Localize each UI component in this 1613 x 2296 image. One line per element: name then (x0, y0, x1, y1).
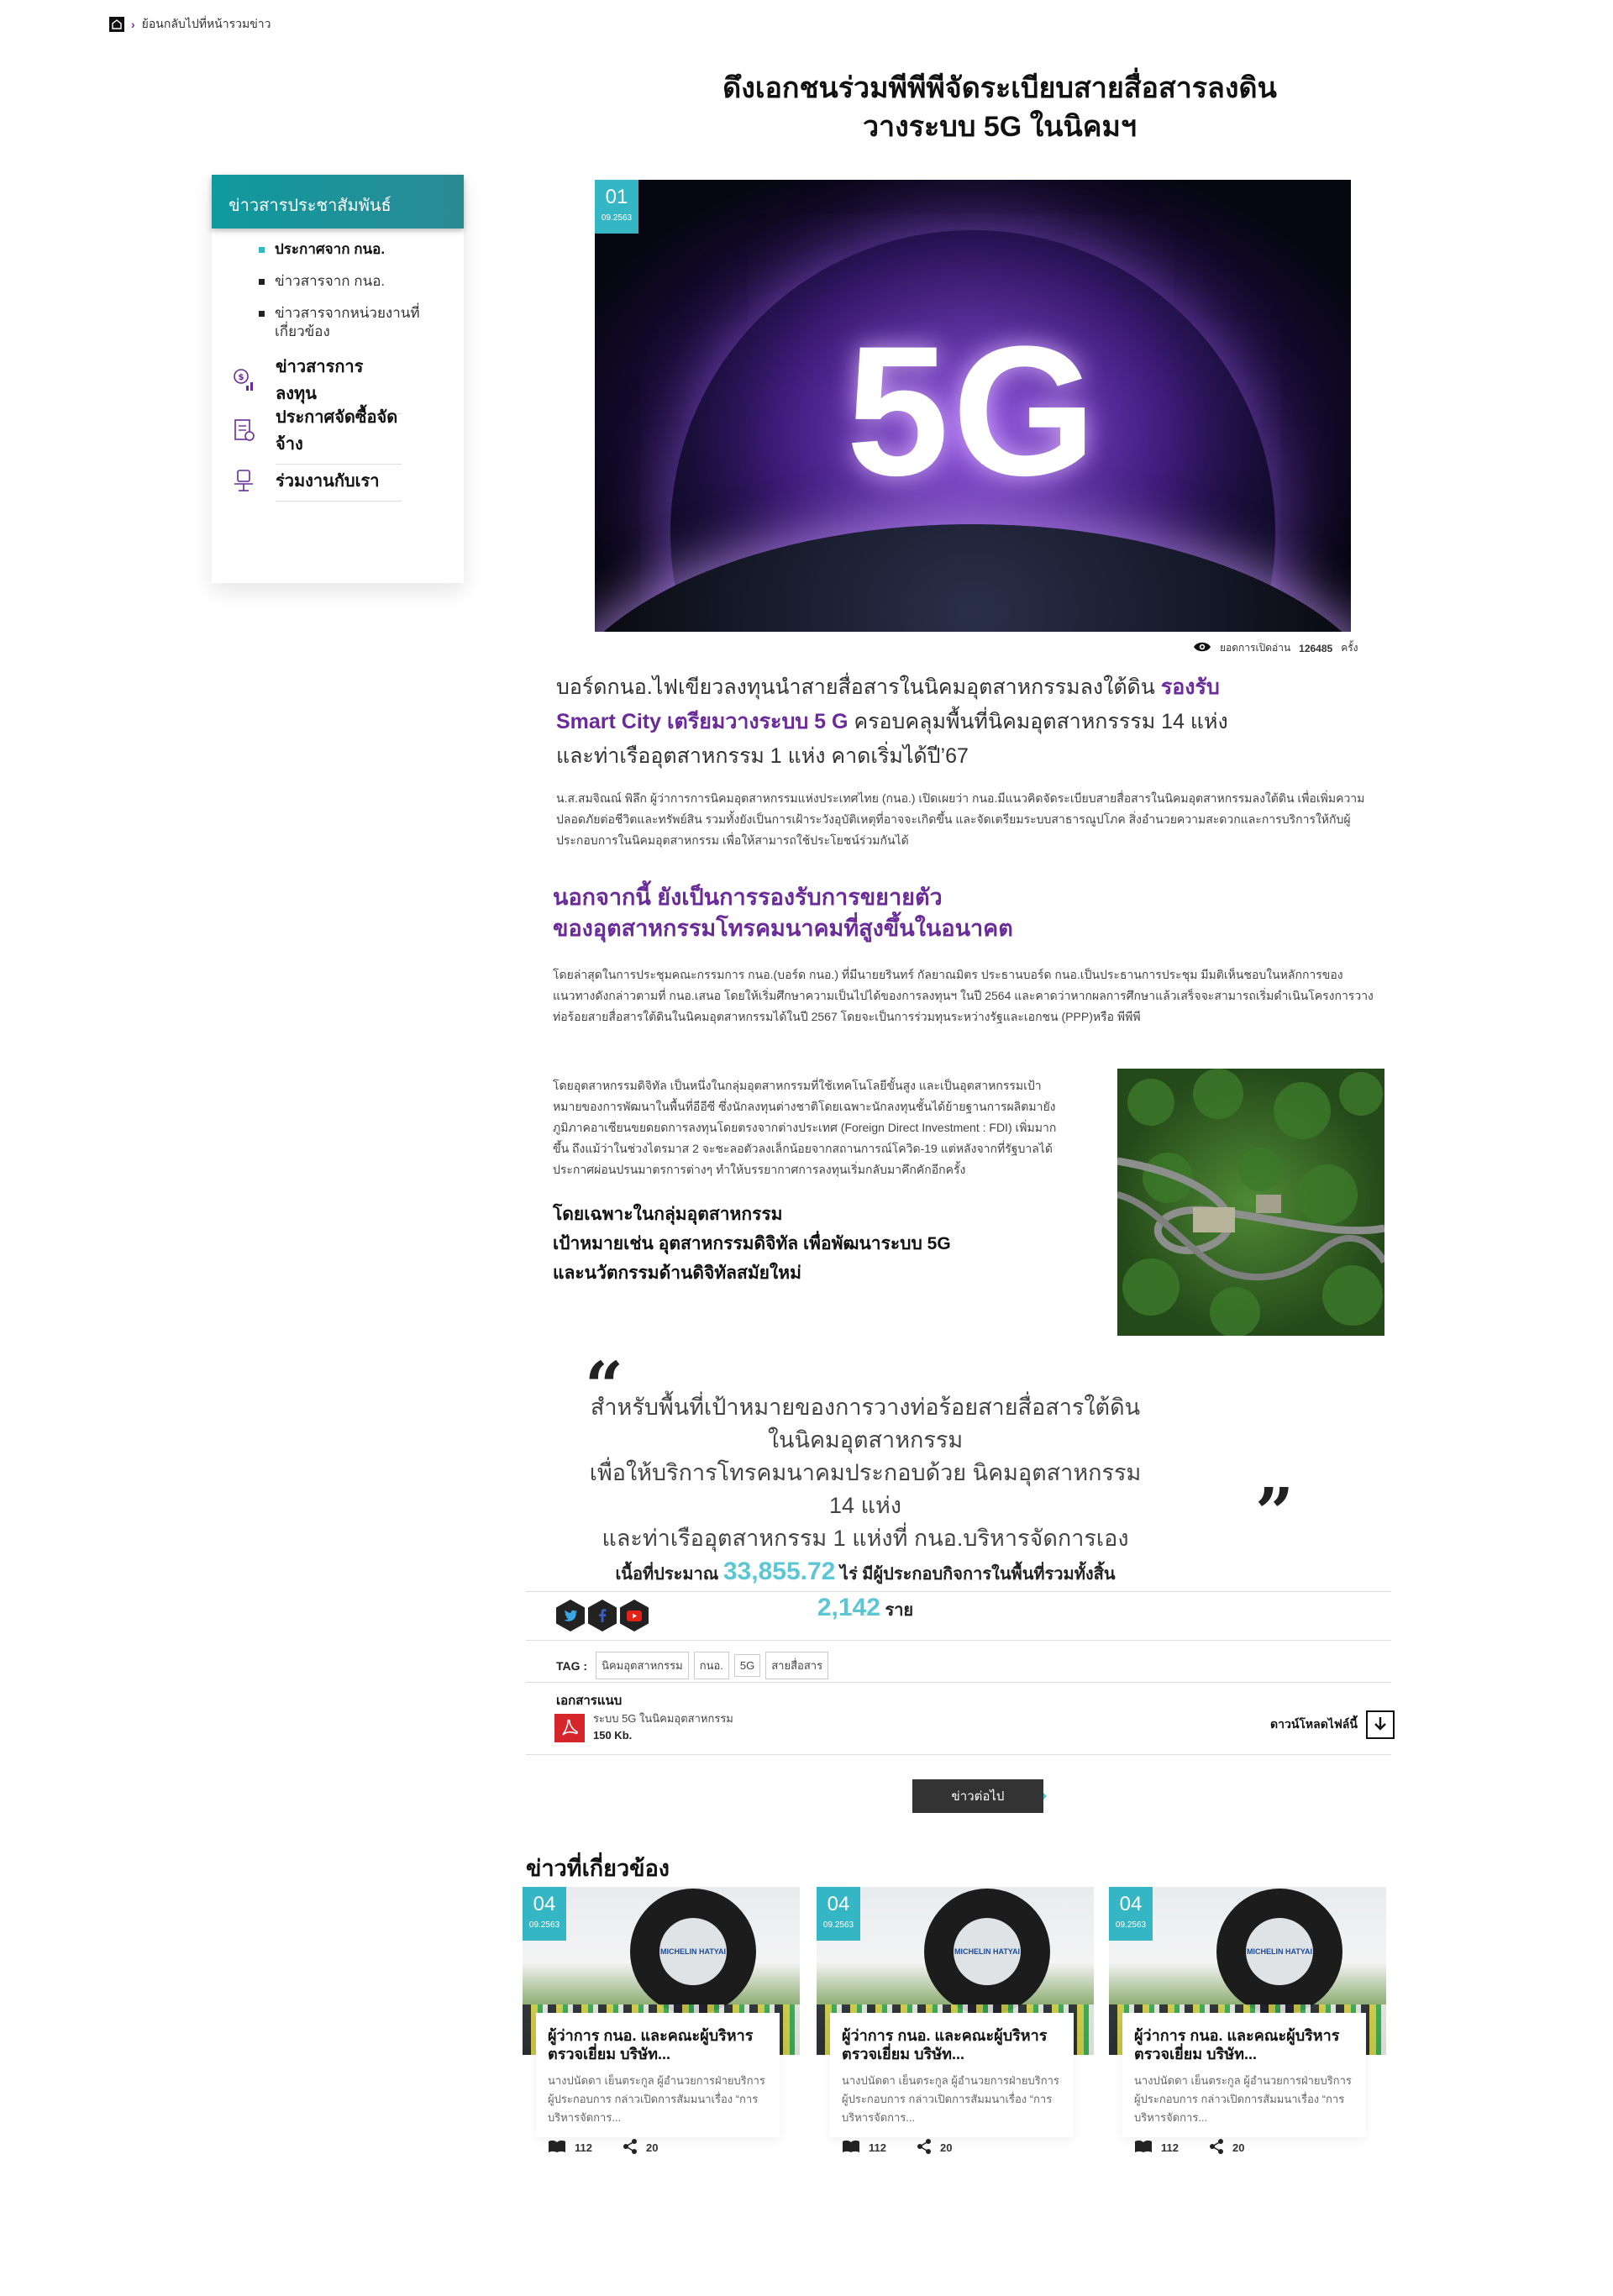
card-description: นางปนัดดา เย็นตระกูล ผู้อำนวยการฝ่ายบริก… (1134, 2074, 1352, 2124)
share-count: 20 (939, 2141, 953, 2154)
date-badge: 04 09.2563 (523, 1887, 566, 1941)
sidebar-item-news[interactable]: ข่าวสารจาก กนอ. (259, 272, 427, 291)
career-icon (229, 465, 259, 496)
date-badge: 04 09.2563 (817, 1887, 860, 1941)
twitter-icon[interactable] (556, 1600, 585, 1631)
michelin-logo: MICHELIN HATYAI (1246, 1918, 1313, 1985)
sidebar-item-procurement[interactable]: ประกาศจัดซื้อจัดจ้าง (212, 405, 464, 465)
body-paragraph-2: โดยล่าสุดในการประชุมคณะกรรมการ กนอ.(บอร์… (553, 968, 1374, 1023)
eye-icon (1193, 641, 1211, 655)
tag-item[interactable]: นิคมอุตสาหกรรม (596, 1652, 689, 1679)
body-paragraph-1: น.ส.สมจิณณ์ พิลึก ผู้ว่าการการนิคมอุตสาห… (556, 791, 1365, 847)
sub-heading: โดยเฉพาะในกลุ่มอุตสาหกรรม เป้าหมายเช่น อ… (553, 1205, 951, 1283)
facebook-icon[interactable] (588, 1600, 617, 1631)
back-to-news-link[interactable]: ย้อนกลับไปที่หน้ารวมข่าว (142, 15, 271, 34)
divider (526, 1591, 1391, 1592)
section-heading: นอกจากนี้ ยังเป็นการรองรับการขยายตัว ของ… (553, 885, 1013, 941)
view-count: ยอดการเปิดอ่าน 126485 ครั้ง (1193, 640, 1358, 656)
tire-graphic: MICHELIN HATYAI (924, 1889, 1050, 2015)
card-content[interactable]: ผู้ว่าการ กนอ. และคณะผู้บริหารตรวจเยี่ยม… (830, 2013, 1074, 2154)
book-icon (1134, 2140, 1153, 2156)
share-icon[interactable] (1209, 2139, 1224, 2157)
body-paragraph-3: โดยอุตสาหกรรมดิจิทัล เป็นหนึ่งในกลุ่มอุต… (553, 1079, 1057, 1176)
share-count: 20 (645, 2141, 659, 2154)
hero-image: 5G 01 09.2563 (595, 180, 1351, 632)
attachment-file[interactable]: ระบบ 5G ในนิคมอุตสาหกรรม 150 Kb. (593, 1710, 733, 1744)
divider (526, 1640, 1391, 1641)
sidebar-header[interactable]: ข่าวสารประชาสัมพันธ์ (212, 175, 464, 229)
divider (526, 1754, 1391, 1755)
chevron-right-icon: › (131, 18, 135, 31)
next-news-button[interactable]: ข่าวต่อไป (912, 1779, 1043, 1813)
breadcrumb[interactable]: › ย้อนกลับไปที่หน้ารวมข่าว (109, 15, 271, 34)
card-title[interactable]: ผู้ว่าการ กนอ. และคณะผู้บริหารตรวจเยี่ยม… (548, 2026, 768, 2063)
card-title[interactable]: ผู้ว่าการ กนอ. และคณะผู้บริหารตรวจเยี่ยม… (1134, 2026, 1354, 2063)
aerial-road-image (1117, 1069, 1384, 1336)
tire-graphic: MICHELIN HATYAI (1216, 1889, 1342, 2015)
lead-paragraph: บอร์ดกนอ.ไฟเขียวลงทุนนำสายสื่อสารในนิคมอ… (556, 675, 1228, 768)
home-icon[interactable] (109, 17, 124, 32)
divider (526, 1682, 1391, 1683)
tag-item[interactable]: 5G (733, 1654, 761, 1677)
share-icon[interactable] (917, 2139, 932, 2157)
sidebar: ข่าวสารประชาสัมพันธ์ ประกาศจาก กนอ. ข่าว… (212, 175, 464, 583)
share-buttons (556, 1600, 649, 1631)
page-title: ดึงเอกชนร่วมพีพีพีจัดระเบียบสายสื่อสารลง… (722, 72, 1277, 143)
card-content[interactable]: ผู้ว่าการ กนอ. และคณะผู้บริหารตรวจเยี่ยม… (1122, 2013, 1366, 2154)
operator-count: 2,142 (817, 1594, 880, 1621)
tag-list: TAG : นิคมอุตสาหกรรม กนอ. 5G สายสื่อสาร (556, 1652, 829, 1679)
close-quote-icon: ” (1255, 1473, 1295, 1552)
sidebar-item-announcement[interactable]: ประกาศจาก กนอ. (259, 240, 427, 259)
download-button[interactable]: ดาวน์โหลดไฟล์นี้ (1270, 1710, 1395, 1739)
svg-text:$: $ (239, 373, 244, 382)
procurement-icon (229, 415, 259, 445)
date-badge: 01 09.2563 (595, 180, 638, 234)
area-number: 33,855.72 (722, 1558, 836, 1585)
bullet-icon (259, 311, 265, 317)
bullet-icon (259, 279, 265, 285)
tag-item[interactable]: กนอ. (693, 1652, 729, 1679)
book-icon (548, 2140, 566, 2156)
hero-5g-text: 5G (846, 307, 1100, 514)
tire-graphic: MICHELIN HATYAI (630, 1889, 756, 2015)
read-count: 112 (1161, 2141, 1179, 2154)
card-title[interactable]: ผู้ว่าการ กนอ. และคณะผู้บริหารตรวจเยี่ยม… (842, 2026, 1062, 2063)
pdf-icon[interactable] (554, 1714, 585, 1742)
sidebar-sub-menu: ประกาศจาก กนอ. ข่าวสารจาก กนอ. ข่าวสารจา… (212, 229, 464, 341)
share-icon[interactable] (623, 2139, 638, 2157)
card-description: นางปนัดดา เย็นตระกูล ผู้อำนวยการฝ่ายบริก… (842, 2074, 1059, 2124)
michelin-logo: MICHELIN HATYAI (954, 1918, 1021, 1985)
card-description: นางปนัดดา เย็นตระกูล ผู้อำนวยการฝ่ายบริก… (548, 2074, 765, 2124)
bullet-icon (259, 247, 265, 253)
related-news-title: ข่าวที่เกี่ยวข้อง (526, 1856, 670, 1881)
youtube-icon[interactable] (620, 1600, 649, 1631)
sidebar-item-related-agency-news[interactable]: ข่าวสารจากหน่วยงานที่เกี่ยวข้อง (259, 304, 427, 341)
share-count: 20 (1232, 2141, 1245, 2154)
card-content[interactable]: ผู้ว่าการ กนอ. และคณะผู้บริหารตรวจเยี่ยม… (536, 2013, 780, 2154)
michelin-logo: MICHELIN HATYAI (659, 1918, 727, 1985)
read-count: 112 (575, 2141, 592, 2154)
read-count: 112 (869, 2141, 886, 2154)
download-icon (1365, 1710, 1395, 1739)
date-badge: 04 09.2563 (1109, 1887, 1153, 1941)
attachment-title: เอกสารแนบ (556, 1694, 623, 1708)
tag-item[interactable]: สายสื่อสาร (765, 1652, 829, 1679)
sidebar-item-career[interactable]: ร่วมงานกับเรา (212, 455, 464, 506)
book-icon (842, 2140, 860, 2156)
investment-icon: $ (229, 365, 259, 395)
